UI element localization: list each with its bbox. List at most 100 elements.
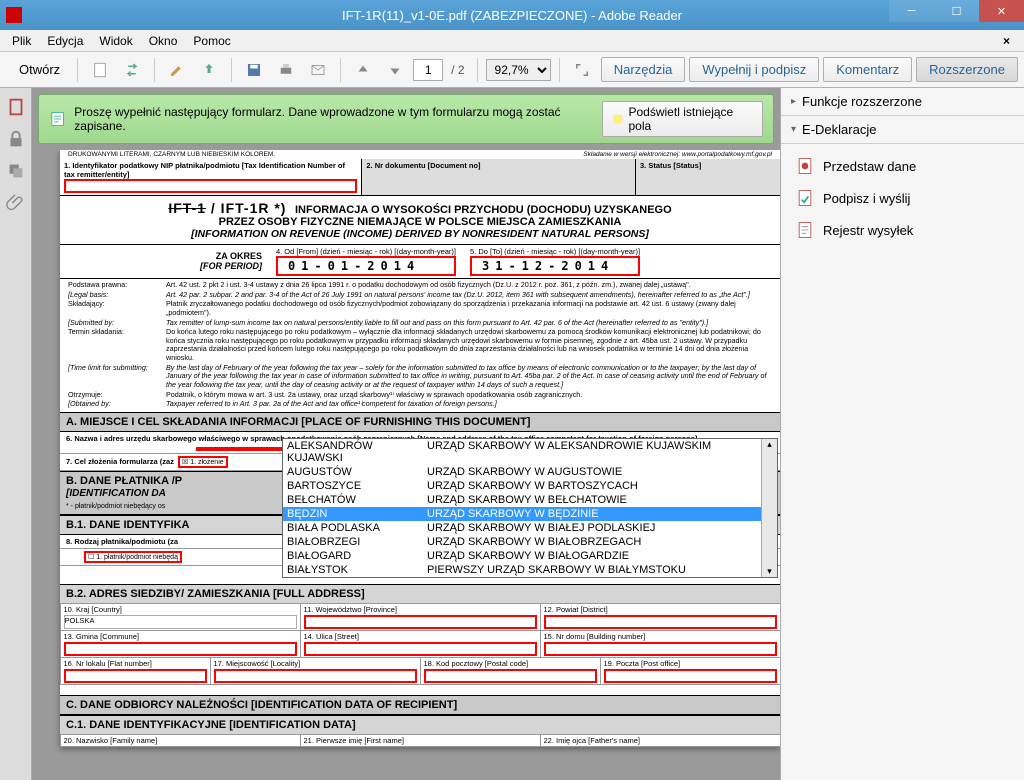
legal-row: Otrzymuje:Podatnik, o którym mowa w art.… [68,391,772,400]
rp-section-edeklaracje[interactable]: ▾ E-Deklaracje [781,116,1024,144]
print-button[interactable] [272,56,300,84]
f13-input[interactable] [64,642,297,656]
app-icon [6,7,22,23]
document-viewport: Proszę wypełnić następujący formularz. D… [32,88,780,780]
separator [477,58,478,82]
legal-row: Podstawa prawna:Art. 42 ust. 2 pkt 2 i u… [68,281,772,290]
convert-button[interactable] [118,56,146,84]
f14-label: 14. Ulica [Street] [304,632,359,641]
f18-input[interactable] [424,669,597,683]
rp-item-label: Przedstaw dane [823,159,916,174]
f12-label: 12. Powiat [District] [544,605,608,614]
window-controls: ─ ☐ ✕ [889,0,1024,22]
comment-button[interactable]: Komentarz [823,57,912,82]
dropdown-option[interactable]: BARTOSZYCEURZĄD SKARBOWY W BARTOSZYCACH [283,479,777,493]
fill-sign-button[interactable]: Wypełnij i podpisz [689,57,819,82]
rp-item-registry[interactable]: Rejestr wysyłek [781,214,1024,246]
export-button[interactable] [195,56,223,84]
tools-button[interactable]: Narzędzia [601,57,686,82]
rp-sec2-label: E-Deklaracje [802,122,876,137]
c1-grid: 20. Nazwisko [Family name] 21. Pierwsze … [60,735,780,747]
tax-office-dropdown-list[interactable]: ALEKSANDRÓW KUJAWSKIURZĄD SKARBOWY W ALE… [282,438,778,578]
layers-panel-button[interactable] [5,160,27,182]
rp-items: Przedstaw dane Podpisz i wyślij Rejestr … [781,144,1024,252]
close-document-button[interactable]: × [995,32,1018,50]
menu-edit[interactable]: Edycja [39,32,91,50]
field8-checkbox[interactable]: ☐ 1. płatnik/podmiot niebędą [84,551,182,563]
thumbnail-panel-button[interactable] [5,96,27,118]
f19-label: 19. Poczta [Post office] [604,659,681,668]
dropdown-option[interactable]: BIAŁOGARDURZĄD SKARBOWY W BIAŁOGARDZIE [283,549,777,563]
lock-icon [5,128,27,150]
f10-label: 10. Kraj [Country] [64,605,122,614]
secure-panel-button[interactable] [5,128,27,150]
title-line1: INFORMACJA O WYSOKOŚCI PRZYCHODU (DOCHOD… [295,204,672,216]
date-to-input[interactable]: 31-12-2014 [470,256,640,276]
dropdown-option[interactable]: ALEKSANDRÓW KUJAWSKIURZĄD SKARBOWY W ALE… [283,439,777,465]
rp-section-extended[interactable]: ▸ Funkcje rozszerzone [781,88,1024,116]
dropdown-scrollbar[interactable]: ▴▾ [761,439,777,577]
highlight-label: Podświetl istniejące pola [629,105,755,133]
minimize-button[interactable]: ─ [889,0,934,22]
field1-input[interactable] [64,179,357,193]
extended-button[interactable]: Rozszerzone [916,57,1018,82]
page-up-button[interactable] [349,56,377,84]
legal-row: [Submitted by:Tax remitter of lump-sum i… [68,319,772,328]
open-button[interactable]: Otwórz [6,59,69,80]
legal-row: [Obtained by:Taxpayer referred to in Art… [68,400,772,409]
za-okres-label: ZA OKRES [216,251,262,261]
f14-input[interactable] [304,642,537,656]
create-pdf-button[interactable] [86,56,114,84]
dropdown-option[interactable]: BIAŁYSTOKPIERWSZY URZĄD SKARBOWY W BIAŁY… [283,563,777,577]
zoom-select[interactable]: 92,7% [486,59,551,81]
layers-icon [5,160,27,182]
right-toolbar: Narzędzia Wypełnij i podpisz Komentarz R… [601,57,1018,82]
f11-input[interactable] [304,615,537,629]
rp-item-sign-send[interactable]: Podpisz i wyślij [781,182,1024,214]
dropdown-option[interactable]: BĘDZINURZĄD SKARBOWY W BĘDZINIE [283,507,777,521]
highlight-fields-button[interactable]: Podświetl istniejące pola [602,101,763,137]
menu-window[interactable]: Okno [141,32,186,50]
dropdown-option[interactable]: BIAŁA PODLASKAURZĄD SKARBOWY W BIAŁEJ PO… [283,521,777,535]
menu-help[interactable]: Pomoc [185,32,238,50]
f20-label: 20. Nazwisko [Family name] [64,736,158,745]
rp-item-label: Podpisz i wyślij [823,191,910,206]
form-message-bar: Proszę wypełnić następujący formularz. D… [38,94,774,144]
dropdown-option[interactable]: BIAŁOBRZEGIURZĄD SKARBOWY W BIAŁOBRZEGAC… [283,535,777,549]
code-plain: / IFT-1R *) [206,200,286,216]
rp-item-present-data[interactable]: Przedstaw dane [781,150,1024,182]
f10-input[interactable]: POLSKA [64,615,297,629]
read-mode-button[interactable] [568,56,596,84]
title-line2: PRZEZ OSOBY FIZYCZNE NIEMAJĄCE W POLSCE … [219,216,622,228]
page-down-button[interactable] [381,56,409,84]
email-button[interactable] [304,56,332,84]
f16-input[interactable] [64,669,207,683]
date-from-input[interactable]: 01-01-2014 [276,256,456,276]
open-label: Otwórz [19,62,60,77]
f19-input[interactable] [604,669,777,683]
maximize-button[interactable]: ☐ [934,0,979,22]
f15-input[interactable] [544,642,777,656]
separator [154,58,155,82]
menu-file[interactable]: Plik [4,32,39,50]
menu-view[interactable]: Widok [91,32,140,50]
address-grid-2: 16. Nr lokalu [Flat number] 17. Miejscow… [60,658,780,685]
arrow-cycle-icon [123,61,141,79]
save-button[interactable] [240,56,268,84]
dropdown-option[interactable]: BEŁCHATÓWURZĄD SKARBOWY W BEŁCHATOWIE [283,493,777,507]
chevron-right-icon: ▸ [791,96,796,107]
field7-checkbox[interactable]: ☒ 1. złożenie [178,456,228,468]
f12-input[interactable] [544,615,777,629]
legal-basis-block: Podstawa prawna:Art. 42 ust. 2 pkt 2 i u… [60,278,780,412]
printer-icon [277,61,295,79]
dropdown-option[interactable]: AUGUSTÓWURZĄD SKARBOWY W AUGUSTOWIE [283,465,777,479]
field8-label: 8. Rodzaj płatnika/podmiotu (za [66,537,178,546]
form-title-block: IFT-1 / IFT-1R *) INFORMACJA O WYSOKOŚCI… [60,196,780,244]
separator [340,58,341,82]
close-button[interactable]: ✕ [979,0,1024,22]
attachments-panel-button[interactable] [5,192,27,214]
msgbar-text: Proszę wypełnić następujący formularz. D… [74,105,594,133]
page-number-input[interactable] [413,59,443,81]
edit-button[interactable] [163,56,191,84]
f17-input[interactable] [214,669,417,683]
